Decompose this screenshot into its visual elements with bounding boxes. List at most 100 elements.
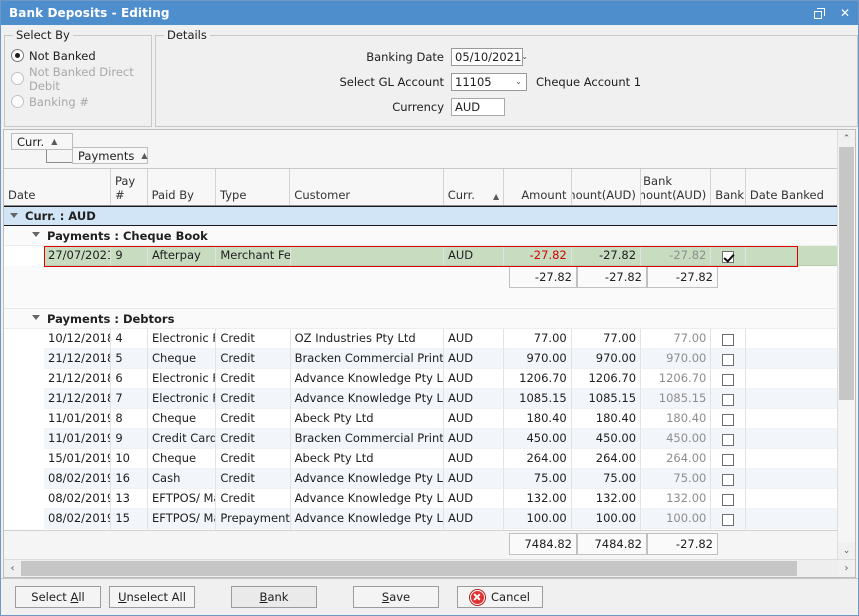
vertical-scrollbar[interactable]: ⌃ ⌄ [837,130,855,559]
cell-bank-checkbox[interactable] [711,329,746,349]
cell-bank-checkbox[interactable] [711,349,746,369]
checkbox-checked-icon[interactable] [722,251,735,263]
save-button[interactable]: Save [353,586,439,608]
table-row[interactable]: 12/02/201917CashCreditAbeck Pty LtdAUD44… [4,529,837,530]
checkbox-unchecked-icon[interactable] [722,334,735,346]
cell-type: Credit [216,429,291,449]
table-row[interactable]: 15/01/2019 10 Cheque Credit Abeck Pty Ltd AUD… [4,449,837,469]
grid-header-row: Date Pay # Paid By Type Customer Curr. ▲… [4,169,837,206]
cell-bank-checkbox[interactable] [711,449,746,469]
checkbox-unchecked-icon[interactable] [722,354,735,366]
collapse-triangle-icon[interactable] [10,212,19,221]
gl-account-combo[interactable]: 11105 ⌄ [451,72,527,91]
table-row[interactable]: 08/02/2019 15 EFTPOS/ Ma Prepayment Advance … [4,509,837,529]
scroll-up-button[interactable]: ⌃ [838,130,855,147]
chevron-down-icon: ⌄ [515,77,522,86]
table-row[interactable]: 21/12/20186Electronic FuCreditAdvance Kn… [4,369,837,389]
column-header-date[interactable]: Date [4,169,111,205]
cell-bank-checkbox[interactable] [711,409,746,429]
table-row[interactable]: 11/01/2019 8 Cheque Credit Abeck Pty Ltd AUD 1… [4,409,837,429]
cell-customer: Advance Knowledge Pty Ltd [290,489,444,509]
scroll-down-button[interactable]: ⌄ [838,542,855,559]
currency-input[interactable]: AUD [451,97,505,116]
checkbox-unchecked-icon[interactable] [722,474,735,486]
column-header-pay-no[interactable]: Pay # [111,169,148,205]
cell-date: 08/02/2019 [44,509,112,529]
cell-bank-checkbox[interactable] [711,509,746,529]
cell-amount-aud: 77.00 [571,329,642,349]
cell-amount: 264.00 [504,449,572,469]
checkbox-unchecked-icon[interactable] [722,454,735,466]
cell-curr: AUD [443,449,505,469]
scroll-left-button[interactable]: ‹ [4,560,21,577]
grid-column-area: Curr. ▲ Payments ▲ Date Pay # Paid By Ty… [4,130,837,559]
cell-bank-checkbox[interactable] [711,469,746,489]
column-header-date-banked[interactable]: Date Banked [746,169,837,205]
table-row[interactable]: 08/02/2019 16 Cash Credit Advance Knowledge … [4,469,837,489]
column-header-paid-by[interactable]: Paid By [148,169,216,205]
sort-ascending-icon: ▲ [493,192,500,201]
grid-body: Curr. : AUD Payments : Cheque Book 27/07… [4,206,837,530]
grid-main: Curr. ▲ Payments ▲ Date Pay # Paid By Ty… [4,130,855,559]
select-by-group: Select By Not Banked Not Banked Direct D… [4,28,152,127]
scroll-right-button[interactable]: › [838,560,855,577]
vertical-scroll-thumb[interactable] [839,147,854,400]
table-row[interactable]: 08/02/2019 13 EFTPOS/ Ma Credit Advance Know… [4,489,837,509]
restore-button[interactable] [806,1,832,25]
checkbox-unchecked-icon[interactable] [722,414,735,426]
group-chip-curr[interactable]: Curr. ▲ [11,133,73,150]
cell-curr: AUD [443,409,505,429]
group-row-cheque-book-label: Payments : Cheque Book [47,228,208,243]
column-header-amount-aud[interactable]: Amount (AUD) [572,169,641,205]
column-header-amount[interactable]: Amount [504,169,572,205]
checkbox-unchecked-icon[interactable] [722,514,735,526]
unselect-all-button[interactable]: Unselect All [109,586,195,608]
group-chip-payments[interactable]: Payments ▲ [72,147,148,164]
horizontal-scroll-track[interactable] [21,560,838,577]
cell-bank-checkbox[interactable] [711,389,746,409]
bank-button[interactable]: Bank [231,586,317,608]
vertical-scroll-track[interactable] [838,147,855,542]
group-row-cheque-book[interactable]: Payments : Cheque Book [4,226,837,246]
horizontal-scroll-thumb[interactable] [21,561,798,576]
cancel-button[interactable]: Cancel [457,586,543,608]
cell-bank-checkbox[interactable] [711,489,746,509]
cell-pay-no: 16 [111,469,149,489]
table-row-selected[interactable]: 27/07/2021 9 Afterpay Merchant Fee AUD -… [4,246,837,266]
cell-amount: 1206.70 [504,369,572,389]
cell-date-banked [745,529,837,530]
cell-curr: AUD [443,349,505,369]
checkbox-unchecked-icon[interactable] [722,494,735,506]
cell-pay-no: 17 [111,529,149,530]
column-header-curr[interactable]: Curr. ▲ [444,169,505,205]
column-header-customer[interactable]: Customer [290,169,444,205]
radio-not-banked-direct-debit[interactable]: Not Banked Direct Debit [11,65,145,93]
table-row[interactable]: 11/01/2019 9 Credit Card Credit Bracken Comm… [4,429,837,449]
cell-date-banked [745,389,837,409]
cell-type: Merchant Fee [216,246,291,266]
table-row[interactable]: 21/12/20187Electronic FuCreditAdvance Kn… [4,389,837,409]
cell-amount: 450.00 [504,429,572,449]
column-header-bank-amount-aud[interactable]: Bank Amount (AUD) [641,169,712,205]
collapse-triangle-icon[interactable] [32,231,41,240]
cell-bank-checkbox[interactable] [711,246,746,266]
checkbox-unchecked-icon[interactable] [722,394,735,406]
radio-banking-number[interactable]: Banking # [11,90,145,113]
checkbox-unchecked-icon[interactable] [722,434,735,446]
column-header-bank[interactable]: Bank [711,169,746,205]
cell-type: Credit [216,389,291,409]
cell-bank-checkbox[interactable] [711,529,746,530]
table-row[interactable]: 21/12/2018 5 Cheque Credit Bracken Commercia… [4,349,837,369]
select-all-button[interactable]: Select All [15,586,101,608]
banking-date-combo[interactable]: 05/10/2021 ⌄ [451,47,528,66]
checkbox-unchecked-icon[interactable] [722,374,735,386]
cell-bank-checkbox[interactable] [711,369,746,389]
close-button[interactable]: ✕ [832,1,858,25]
column-header-type[interactable]: Type [216,169,291,205]
horizontal-scrollbar[interactable]: ‹ › [4,559,855,577]
table-row[interactable]: 10/12/20184Electronic FuCreditOZ Industr… [4,329,837,349]
group-row-currency-aud[interactable]: Curr. : AUD [4,206,837,226]
group-row-debtors[interactable]: Payments : Debtors [4,309,837,329]
cell-bank-checkbox[interactable] [711,429,746,449]
collapse-triangle-icon[interactable] [32,314,41,323]
